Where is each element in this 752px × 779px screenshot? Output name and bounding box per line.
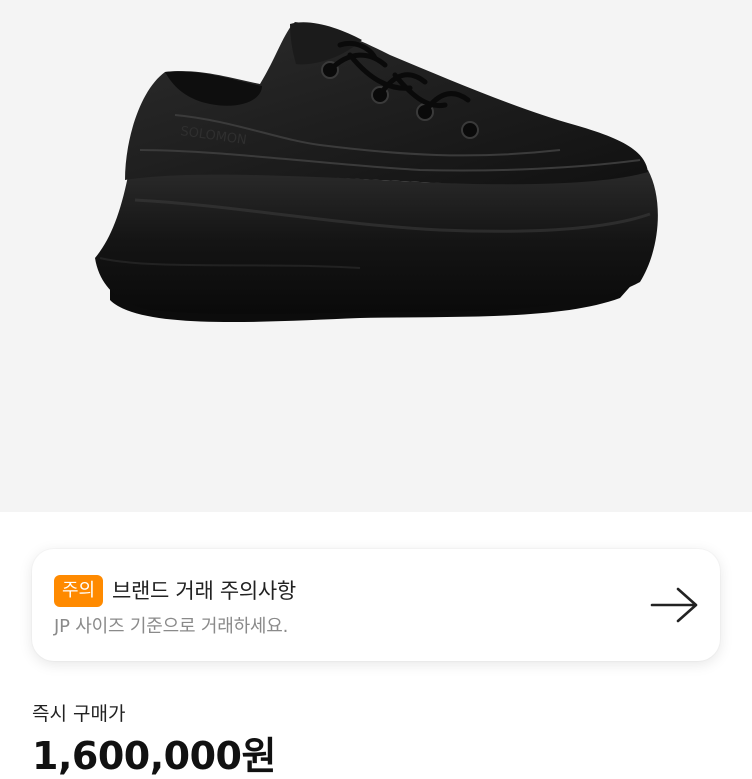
product-image[interactable]: SOLOMON [0,0,752,512]
caution-badge: 주의 [54,575,104,607]
notice-subtitle: JP 사이즈 기준으로 거래하세요. [54,616,289,637]
arrow-right-icon[interactable] [650,585,700,625]
brand-trade-notice-card[interactable]: 주의 브랜드 거래 주의사항 JP 사이즈 기준으로 거래하세요. [32,549,720,661]
price-value: 1,600,000원 [32,734,276,778]
price-label: 즉시 구매가 [32,703,126,725]
notice-title: 브랜드 거래 주의사항 [112,579,296,603]
shoe-illustration: SOLOMON [95,22,658,323]
